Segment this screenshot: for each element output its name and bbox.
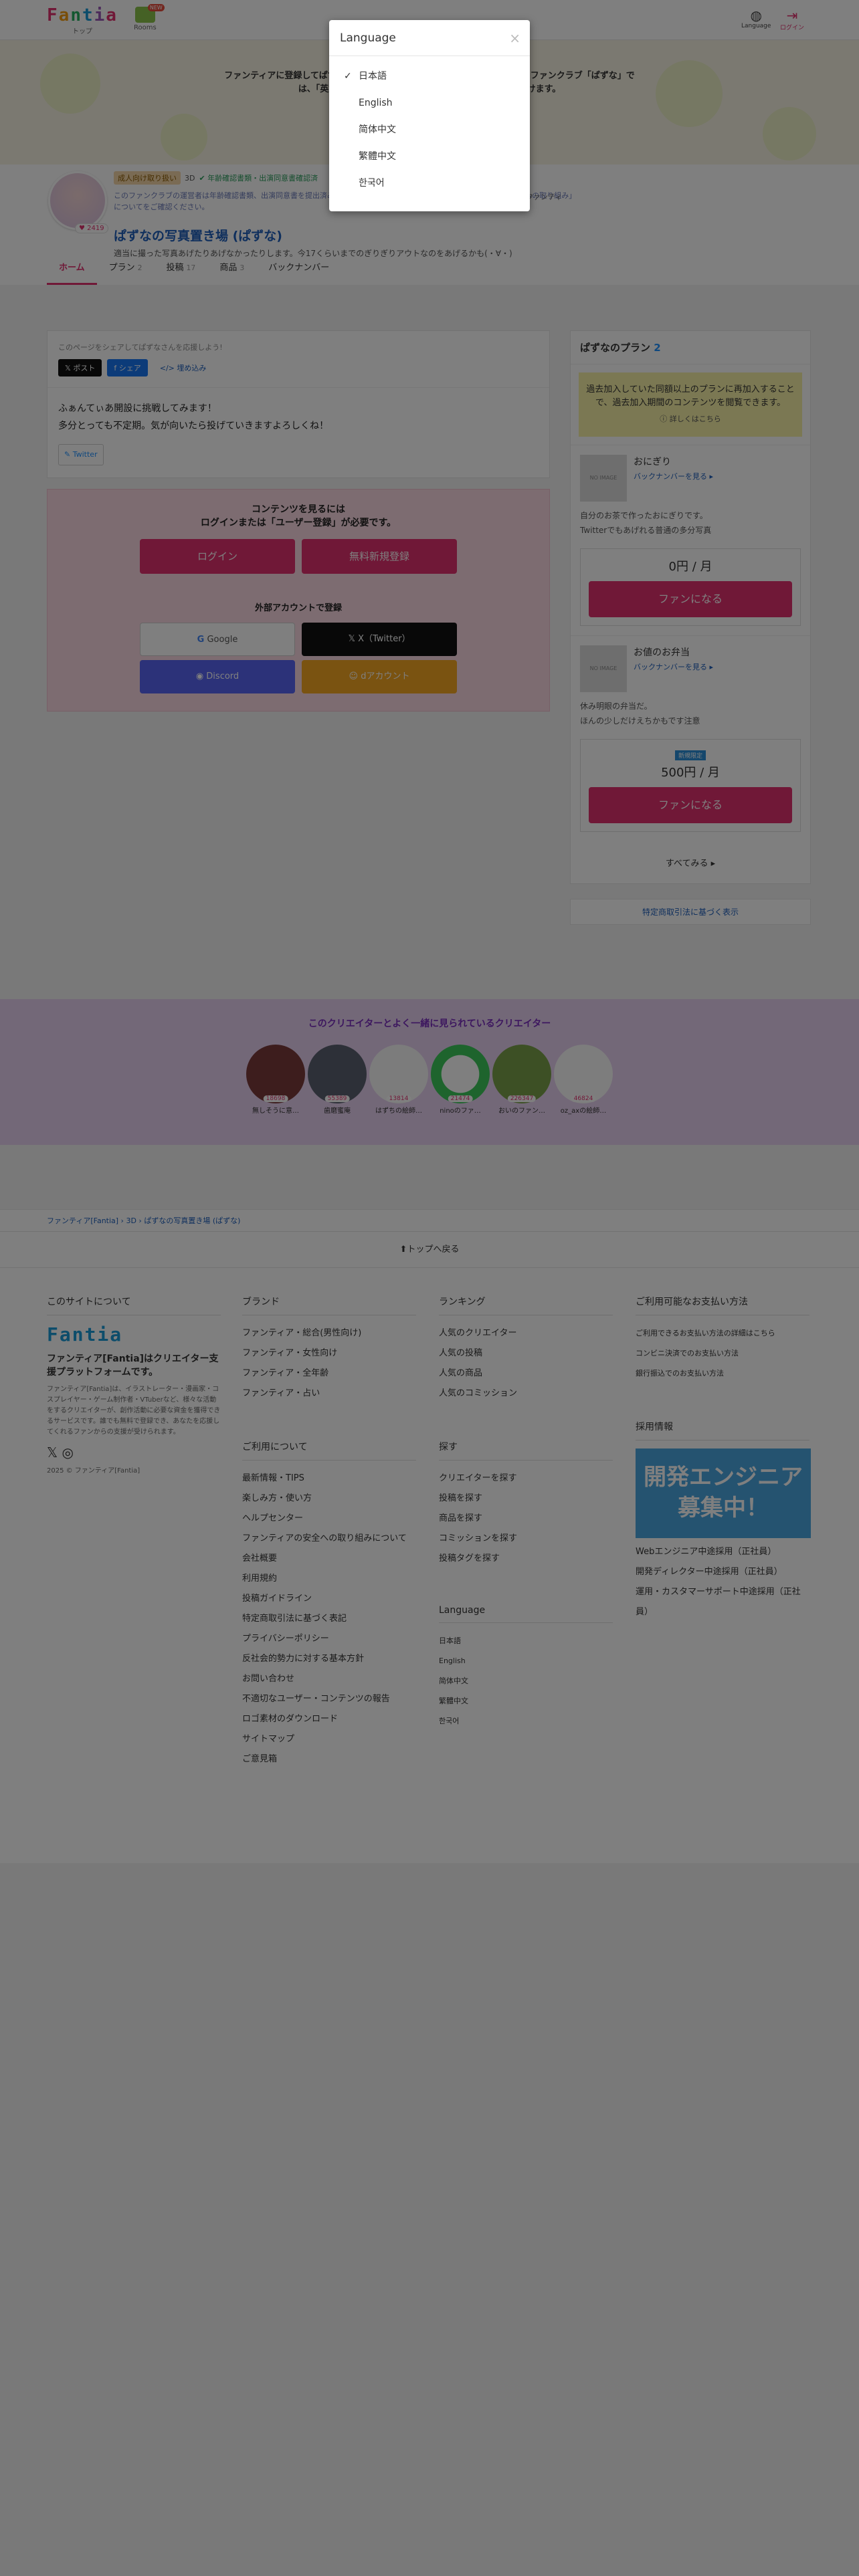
language-option-ko[interactable]: 한국어 bbox=[329, 170, 530, 197]
modal-backdrop[interactable] bbox=[0, 0, 859, 2576]
close-icon[interactable]: × bbox=[509, 20, 520, 56]
language-option-en[interactable]: English bbox=[329, 90, 530, 116]
modal-header: Language × bbox=[329, 20, 530, 56]
language-option-ja[interactable]: ✓ 日本語 bbox=[329, 63, 530, 90]
language-modal: Language × ✓ 日本語 English 简体中文 繁體中文 한국어 bbox=[329, 20, 530, 211]
modal-title: Language bbox=[340, 31, 396, 45]
check-icon: ✓ bbox=[344, 71, 352, 82]
language-option-zh-tw[interactable]: 繁體中文 bbox=[329, 143, 530, 170]
language-option-zh-cn[interactable]: 简体中文 bbox=[329, 116, 530, 143]
